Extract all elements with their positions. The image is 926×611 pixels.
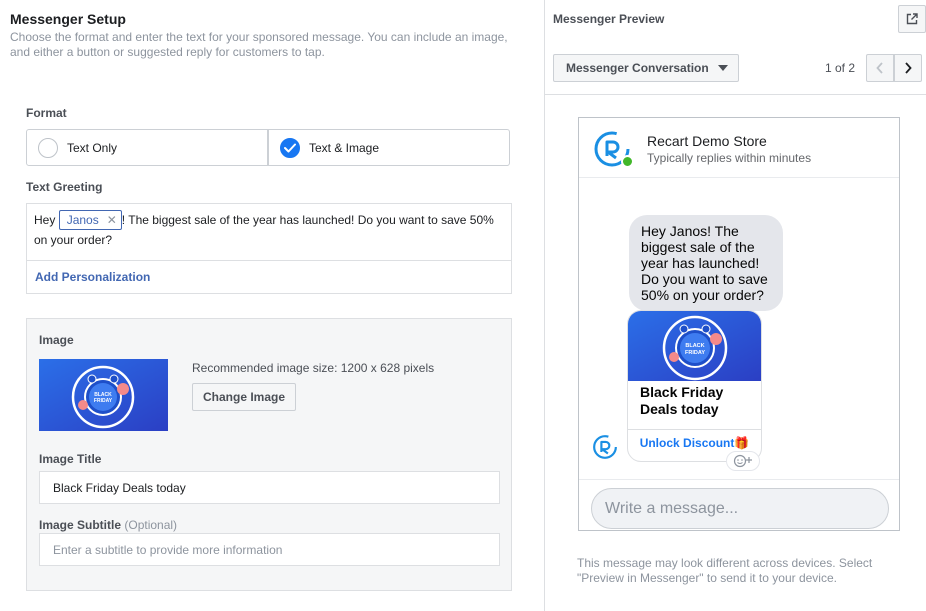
chevron-left-icon [876,62,883,74]
text-greeting-editor[interactable]: Hey Janos ✕! The biggest sale of the year… [26,203,512,294]
svg-text:BLACK: BLACK [685,343,704,349]
image-subtitle-input[interactable]: Enter a subtitle to provide more informa… [39,533,500,566]
store-name: Recart Demo Store [647,133,767,149]
optional-hint: (Optional) [124,518,178,532]
image-label: Image [39,333,74,347]
chevron-right-icon [905,62,912,74]
chip-label: Janos [66,213,99,227]
image-thumbnail: BLACK FRIDAY [39,359,168,431]
format-option-label: Text Only [67,140,118,155]
close-icon[interactable]: ✕ [107,213,117,227]
check-icon[interactable] [280,137,300,158]
add-reaction-button[interactable] [726,451,760,471]
setup-description: Choose the format and enter the text for… [10,30,508,59]
message-composer[interactable]: Write a message... [591,488,889,529]
svg-text:FRIDAY: FRIDAY [685,350,705,356]
store-status: Typically replies within minutes [647,151,812,165]
next-button[interactable] [894,54,922,82]
messenger-preview-frame: Recart Demo Store Typically replies with… [578,117,900,531]
greeting-text[interactable]: Hey Janos ✕! The biggest sale of the year… [34,210,504,250]
format-option-label: Text & Image [309,140,380,155]
conversation-header: Recart Demo Store Typically replies with… [579,118,899,178]
recart-logo [593,435,617,459]
preview-disclaimer: This message may look different across d… [577,556,873,585]
external-link-icon [906,13,918,25]
format-label: Format [26,106,67,120]
message-bubble: Hey Janos! The biggest sale of the year … [629,215,783,311]
preview-title: Messenger Preview [553,12,665,26]
image-title-input[interactable]: Black Friday Deals today [39,471,500,504]
card-image: BLACK FRIDAY [628,311,761,381]
greeting-prefix: Hey [34,213,59,227]
open-external-button[interactable] [898,5,926,33]
messenger-setup-panel: Messenger Setup Choose the format and en… [0,0,545,611]
card-divider [628,429,761,430]
caret-down-icon [717,65,728,71]
personalization-chip[interactable]: Janos ✕ [58,210,122,230]
previous-button[interactable] [866,54,894,82]
add-personalization-link[interactable]: Add Personalization [35,270,150,284]
recommended-size-text: Recommended image size: 1200 x 628 pixel… [192,361,435,375]
image-subtitle-label-text: Image Subtitle [39,518,122,532]
change-image-button[interactable]: Change Image [192,383,297,411]
radio-unchecked-icon[interactable] [38,137,58,158]
image-section: Image BLACK FRIDAY Recommended image siz… [26,318,512,591]
conversation-dropdown-label: Messenger Conversation [566,61,709,75]
image-title-label: Image Title [39,452,102,466]
composer-divider [579,479,899,480]
emoji-reaction-icon [733,454,752,468]
divider [27,260,511,261]
conversation-dropdown[interactable]: Messenger Conversation [553,54,739,82]
toolbar-divider [545,94,926,95]
setup-title: Messenger Setup [10,11,126,27]
unlock-discount-button[interactable]: Unlock Discount🎁 [628,436,761,450]
format-option-text-only[interactable]: Text Only [26,129,268,166]
panel-divider [544,0,545,611]
image-card[interactable]: BLACK FRIDAY Black Friday Deals today Un… [627,310,762,462]
image-subtitle-label: Image Subtitle (Optional) [39,518,177,532]
preview-pager: 1 of 2 [825,61,856,75]
svg-text:FRIDAY: FRIDAY [94,398,113,404]
online-status-dot [621,155,634,168]
text-greeting-label: Text Greeting [26,180,103,194]
format-option-text-image[interactable]: Text & Image [268,129,510,166]
card-title: Black Friday Deals today [640,384,724,417]
